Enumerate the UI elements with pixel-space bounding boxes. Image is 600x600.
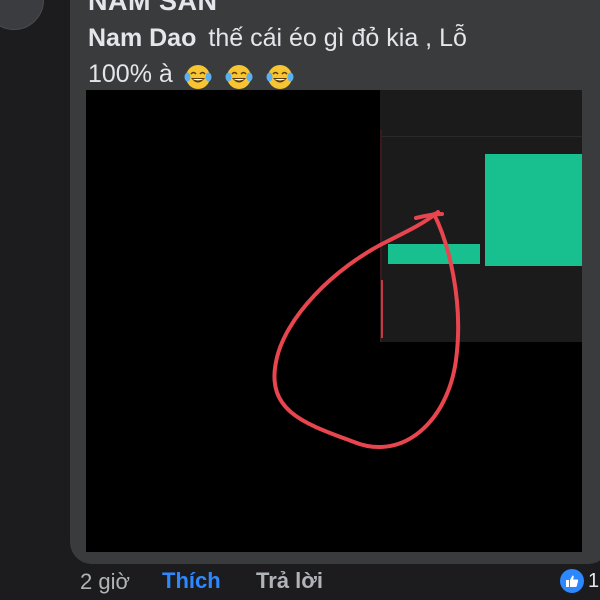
comment-line-1: Nam Dao thế cái éo gì đỏ kia , Lỗ bbox=[88, 20, 558, 56]
reaction-count: 1 bbox=[588, 569, 600, 592]
green-candle-small bbox=[388, 244, 480, 264]
chart-gridline bbox=[382, 136, 582, 137]
chart-screenshot bbox=[272, 130, 582, 449]
comment-body-line2: 100% à bbox=[88, 60, 173, 88]
avatar[interactable] bbox=[0, 0, 44, 30]
comment-footer: 2 giờ Thích Trả lời 1 bbox=[0, 566, 600, 600]
face-with-tears-of-joy-icon bbox=[225, 64, 253, 89]
red-candle-wick bbox=[381, 280, 383, 338]
comment-text: Nam Dao thế cái éo gì đỏ kia , Lỗ 100% à bbox=[88, 20, 558, 93]
comment-image[interactable] bbox=[86, 90, 582, 552]
thumbs-up-icon bbox=[560, 569, 584, 593]
face-with-tears-of-joy-icon bbox=[184, 64, 212, 89]
author-name[interactable]: Nam Dao bbox=[88, 24, 196, 52]
emoji-row bbox=[184, 57, 300, 93]
comment-screen: NAM SAN Nam Dao thế cái éo gì đỏ kia , Lỗ… bbox=[0, 0, 600, 600]
group-name[interactable]: NAM SAN bbox=[88, 0, 218, 17]
comment-line-2: 100% à bbox=[88, 56, 558, 93]
reply-button[interactable]: Trả lời bbox=[256, 568, 323, 594]
like-button[interactable]: Thích bbox=[162, 568, 221, 594]
comment-time[interactable]: 2 giờ bbox=[80, 569, 130, 595]
comment-body-line1: thế cái éo gì đỏ kia , Lỗ bbox=[208, 24, 467, 52]
reaction-summary[interactable]: 1 bbox=[560, 568, 599, 594]
face-with-tears-of-joy-icon bbox=[266, 64, 294, 89]
green-candle-large bbox=[485, 154, 582, 266]
